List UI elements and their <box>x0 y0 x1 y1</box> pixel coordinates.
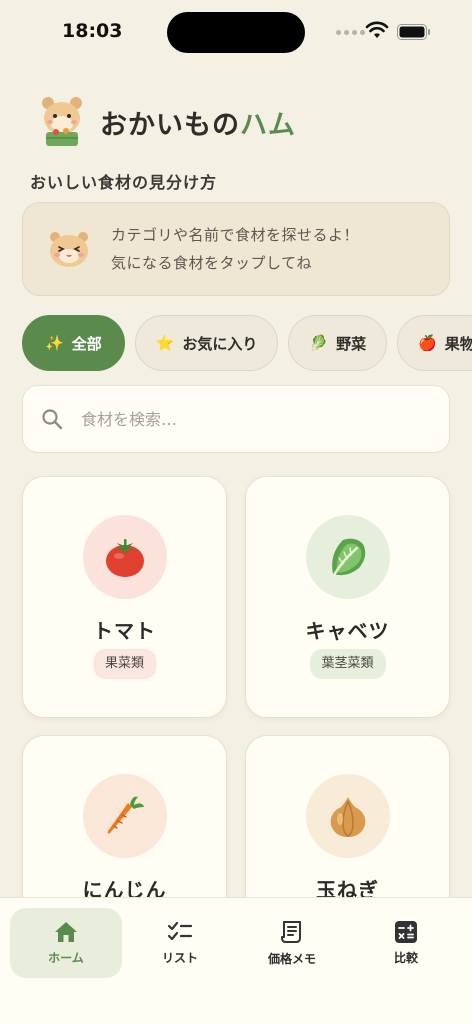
hamster-logo-icon <box>42 97 82 146</box>
star-icon: ⭐ <box>155 334 175 352</box>
food-image-circle <box>306 774 390 858</box>
leafy-greens-icon: 🥬 <box>309 334 329 352</box>
food-image-circle <box>306 515 390 599</box>
calculator-icon <box>395 920 417 943</box>
chip-label: 果物 <box>444 334 472 353</box>
app-header: おかいものハム <box>38 94 296 150</box>
apple-icon: 🍎 <box>418 334 437 352</box>
food-name: トマト <box>93 619 156 643</box>
battery-icon <box>397 24 430 40</box>
status-bar: 18:03 <box>0 0 472 64</box>
nav-home[interactable]: ホーム <box>10 908 122 978</box>
food-card-cabbage[interactable]: キャベツ 葉茎菜類 <box>245 476 450 718</box>
search-icon <box>42 409 63 430</box>
status-time: 18:03 <box>62 20 123 42</box>
nav-label: ホーム <box>48 950 84 965</box>
food-card-tomato[interactable]: トマト 果菜類 <box>22 476 227 718</box>
checklist-icon <box>167 921 193 940</box>
search-bar[interactable] <box>22 385 450 453</box>
food-name: キャベツ <box>305 619 390 643</box>
chip-fruits[interactable]: 🍎 果物 <box>397 315 472 371</box>
tomato-icon <box>106 539 144 577</box>
chip-all[interactable]: ✨ 全部 <box>22 315 125 371</box>
chip-vegetables[interactable]: 🥬 野菜 <box>288 315 388 371</box>
search-input[interactable] <box>81 409 401 429</box>
food-category-badge: 葉茎菜類 <box>309 649 386 679</box>
hamster-face-icon <box>50 232 88 267</box>
tip-line-1: カテゴリや名前で食材を探せるよ！ <box>111 226 360 244</box>
tip-text: カテゴリや名前で食材を探せるよ！ 気になる食材をタップしてね <box>111 221 359 277</box>
carrot-icon <box>107 796 144 834</box>
page-subtitle: おいしい食材の見分け方 <box>30 173 218 192</box>
tip-card: カテゴリや名前で食材を探せるよ！ 気になる食材をタップしてね <box>22 202 450 296</box>
category-chips: ✨ 全部 ⭐ お気に入り 🥬 野菜 🍎 果物 <box>22 315 472 371</box>
home-icon <box>55 921 77 942</box>
nav-label: 価格メモ <box>267 951 316 966</box>
nav-list[interactable]: リスト <box>124 908 236 978</box>
wifi-icon <box>365 21 389 38</box>
food-image-circle <box>83 515 167 599</box>
food-category-badge: 果菜類 <box>92 649 157 679</box>
tip-line-2: 気になる食材をタップしてね <box>111 254 313 272</box>
nav-price-memo[interactable]: 価格メモ <box>236 908 348 978</box>
nav-compare[interactable]: 比較 <box>350 908 462 978</box>
receipt-icon <box>281 920 301 943</box>
chip-label: 全部 <box>71 334 102 353</box>
cellular-signal-icon <box>336 30 365 35</box>
onion-icon <box>330 797 366 837</box>
chip-label: お気に入り <box>182 334 258 353</box>
nav-label: 比較 <box>393 950 418 965</box>
dynamic-island <box>167 12 305 53</box>
sparkles-icon: ✨ <box>45 334 64 352</box>
food-image-circle <box>83 774 167 858</box>
chip-favorites[interactable]: ⭐ お気に入り <box>134 315 279 371</box>
chip-label: 野菜 <box>336 334 367 353</box>
bottom-nav: ホーム リスト 価格メモ 比較 <box>0 897 472 1024</box>
cabbage-icon <box>332 538 366 577</box>
nav-label: リスト <box>161 950 198 965</box>
app-title: おかいものハム <box>100 109 296 141</box>
